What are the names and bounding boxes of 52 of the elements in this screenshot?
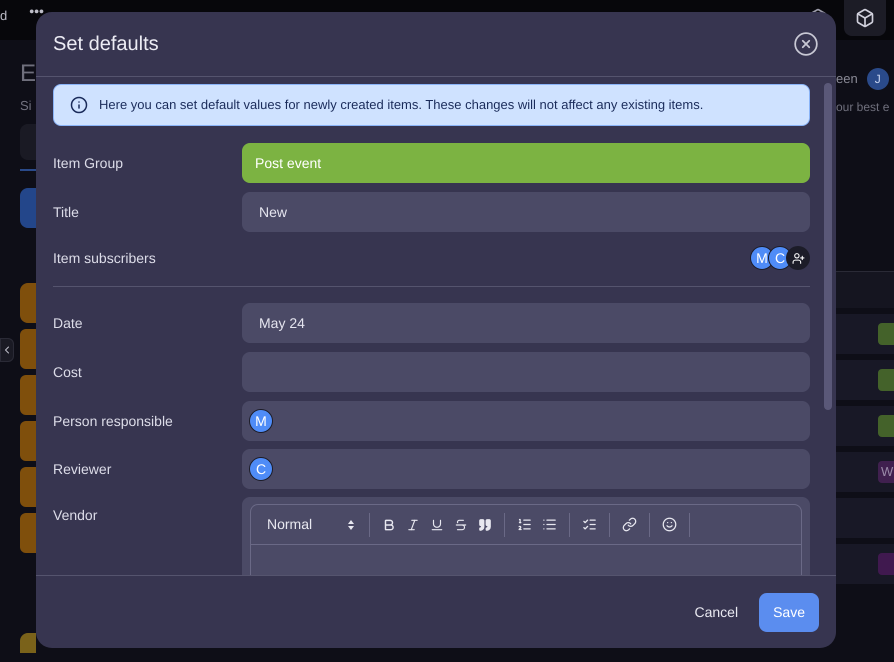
table-row [836,498,894,538]
page-subtitle: Si [20,97,33,115]
avatar: M [249,409,273,433]
status-tag [878,369,894,391]
collapse-button[interactable] [0,338,14,362]
row-marker [20,374,36,414]
italic-icon[interactable] [406,518,420,532]
numbered-list-icon[interactable] [517,517,532,532]
editor-field[interactable]: Normal [242,497,810,575]
bold-icon[interactable] [382,518,396,532]
row-marker [20,420,36,460]
description-text: our best e [836,99,890,116]
updown-icon [347,518,355,530]
dialog-title: Set defaults [53,32,159,57]
tab-label[interactable]: d [0,6,8,26]
input-field[interactable]: May 24 [242,303,810,343]
row-marker [20,512,36,552]
info-icon [70,96,88,114]
status-tag [878,553,894,575]
close-icon[interactable] [793,31,819,57]
input-field[interactable]: New [242,192,810,232]
group-pill [20,282,36,322]
underline-icon[interactable] [430,518,444,532]
add-person-icon[interactable] [786,246,810,270]
field-label: Reviewer [53,460,112,478]
info-text: Here you can set default values for newly created items. These changes will not affect any existing items. [99,96,704,114]
cancel-button[interactable]: Cancel [694,592,738,632]
box-icon[interactable] [844,0,886,36]
status-tag [878,323,894,345]
row-marker [20,466,36,506]
viewers-text: een [836,70,858,88]
row-marker [20,632,36,652]
field-label: Cost [53,362,83,382]
bullet-list-icon[interactable] [542,517,557,532]
viewer-avatar[interactable]: J [866,68,889,90]
quote-icon[interactable] [478,518,492,532]
field-label: Date [53,314,84,332]
format-select[interactable]: Normal [267,514,363,535]
more-menu[interactable]: ••• [29,6,44,16]
page-title: E [20,60,36,88]
status-tag [878,415,894,437]
field-label: Item Group [53,154,124,173]
avatar: C [249,457,273,481]
status-tag: W [878,461,894,483]
field-label: Person responsible [53,412,174,431]
strikethrough-icon[interactable] [454,518,468,532]
field-label: Vendor [53,506,98,525]
scrollbar[interactable] [824,83,832,410]
field-label: Item subscribers [53,248,157,268]
row-marker [20,328,36,368]
field-label: Title [53,202,80,222]
search-field[interactable] [20,124,36,160]
